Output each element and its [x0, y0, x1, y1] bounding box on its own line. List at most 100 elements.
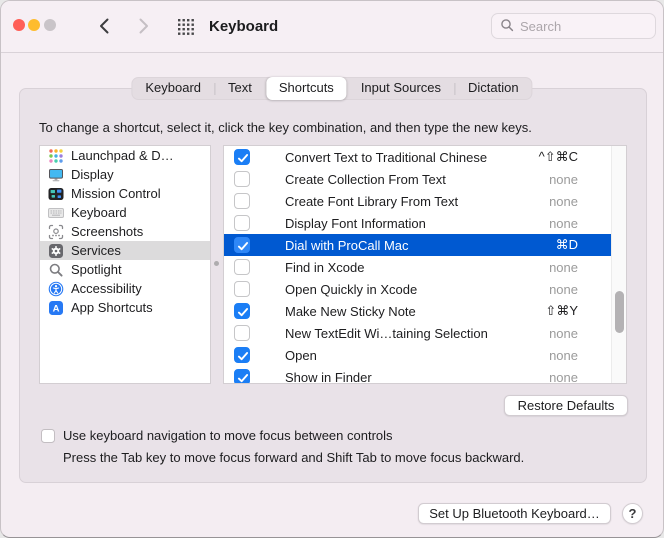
chevron-left-icon: [98, 23, 110, 38]
chevron-right-icon: [138, 23, 150, 38]
title-bar: Keyboard Search: [1, 1, 663, 53]
mission-control-icon: [48, 186, 64, 202]
checkbox-checked[interactable]: [234, 149, 250, 165]
search-field[interactable]: Search: [491, 13, 656, 39]
sidebar-item-app-shortcuts[interactable]: A App Shortcuts: [40, 298, 210, 317]
spotlight-icon: [48, 262, 64, 278]
shortcut-row[interactable]: Open none: [224, 344, 611, 366]
splitter-dot: [214, 261, 219, 266]
checkbox-checked[interactable]: [234, 237, 250, 253]
shortcut-key: none: [549, 260, 611, 275]
app-shortcuts-icon: A: [48, 300, 64, 316]
restore-defaults-button[interactable]: Restore Defaults: [504, 395, 628, 416]
shortcut-key: none: [549, 282, 611, 297]
keyboard-icon: [48, 205, 64, 221]
sidebar-item-keyboard[interactable]: Keyboard: [40, 203, 210, 222]
shortcut-row[interactable]: Show in Finder none: [224, 366, 611, 384]
sidebar-item-accessibility[interactable]: Accessibility: [40, 279, 210, 298]
forward-button[interactable]: [137, 17, 151, 37]
screenshots-icon: [48, 224, 64, 240]
shortcut-categories-list: Launchpad & D… Display Mission Control Keyb…: [39, 145, 211, 384]
tab-input-sources[interactable]: Input Sources: [348, 77, 454, 100]
shortcut-key: ⇧⌘Y: [545, 303, 611, 319]
shortcut-label: Show in Finder: [285, 370, 372, 385]
search-icon: [500, 18, 514, 35]
system-preferences-keyboard-window: Keyboard Search KeyboardTextShortcutsInp…: [0, 0, 664, 538]
shortcut-label: Convert Text to Traditional Chinese: [285, 150, 487, 165]
checkbox-unchecked[interactable]: [234, 193, 250, 209]
window-title: Keyboard: [209, 1, 278, 53]
shortcut-row[interactable]: New TextEdit Wi…taining Selection none: [224, 322, 611, 344]
sidebar-item-label: Accessibility: [71, 281, 142, 296]
back-button[interactable]: [97, 17, 111, 37]
sidebar-item-screenshots[interactable]: Screenshots: [40, 222, 210, 241]
shortcut-row[interactable]: Dial with ProCall Mac ⌘D: [224, 234, 611, 256]
tab-keyboard[interactable]: Keyboard: [132, 77, 214, 100]
search-placeholder: Search: [520, 19, 561, 34]
shortcut-row[interactable]: Convert Text to Traditional Chinese ^⇧⌘C: [224, 146, 611, 168]
shortcut-key: none: [549, 216, 611, 231]
shortcut-label: Display Font Information: [285, 216, 426, 231]
tab-dictation[interactable]: Dictation: [455, 77, 532, 100]
help-button[interactable]: ?: [622, 503, 643, 524]
shortcut-key: none: [549, 194, 611, 209]
sidebar-item-launchpad-d[interactable]: Launchpad & D…: [40, 146, 210, 165]
sidebar-item-label: Display: [71, 167, 114, 182]
sidebar-item-display[interactable]: Display: [40, 165, 210, 184]
vertical-scrollbar[interactable]: [611, 146, 626, 383]
sidebar-item-label: Screenshots: [71, 224, 143, 239]
keyboard-navigation-option: Use keyboard navigation to move focus be…: [41, 428, 393, 443]
checkbox-unchecked[interactable]: [234, 281, 250, 297]
close-button[interactable]: [13, 19, 25, 31]
svg-text:A: A: [53, 303, 60, 314]
sidebar-item-mission-control[interactable]: Mission Control: [40, 184, 210, 203]
shortcut-row[interactable]: Open Quickly in Xcode none: [224, 278, 611, 300]
sidebar-item-label: Mission Control: [71, 186, 161, 201]
shortcut-label: Create Font Library From Text: [285, 194, 458, 209]
tab-bar: KeyboardTextShortcutsInput SourcesDictat…: [131, 77, 532, 100]
shortcut-label: Dial with ProCall Mac: [285, 238, 409, 253]
scrollbar-thumb[interactable]: [615, 291, 624, 333]
shortcut-label: New TextEdit Wi…taining Selection: [285, 326, 488, 341]
show-all-grid-icon[interactable]: [176, 18, 196, 36]
shortcut-row[interactable]: Create Collection From Text none: [224, 168, 611, 190]
tab-text[interactable]: Text: [215, 77, 265, 100]
launchpad-icon: [48, 148, 64, 164]
minimize-button[interactable]: [28, 19, 40, 31]
checkbox-unchecked[interactable]: [234, 259, 250, 275]
shortcut-key: none: [549, 172, 611, 187]
set-up-bluetooth-keyboard-button[interactable]: Set Up Bluetooth Keyboard…: [418, 503, 611, 524]
shortcut-key: ^⇧⌘C: [539, 149, 611, 165]
tab-shortcuts[interactable]: Shortcuts: [266, 77, 347, 100]
accessibility-icon: [48, 281, 64, 297]
shortcut-row[interactable]: Display Font Information none: [224, 212, 611, 234]
shortcut-key: none: [549, 348, 611, 363]
shortcut-label: Create Collection From Text: [285, 172, 446, 187]
shortcut-row[interactable]: Find in Xcodenone: [224, 256, 611, 278]
sidebar-item-services[interactable]: Services: [40, 241, 210, 260]
keyboard-navigation-checkbox[interactable]: [41, 429, 55, 443]
sidebar-item-label: Launchpad & D…: [71, 148, 174, 163]
shortcut-key: ⌘D: [556, 237, 611, 253]
checkbox-unchecked[interactable]: [234, 325, 250, 341]
shortcut-label: Open Quickly in Xcode: [285, 282, 417, 297]
checkbox-checked[interactable]: [234, 303, 250, 319]
checkbox-unchecked[interactable]: [234, 215, 250, 231]
instruction-text: To change a shortcut, select it, click t…: [39, 120, 532, 135]
checkbox-unchecked[interactable]: [234, 171, 250, 187]
sidebar-item-label: App Shortcuts: [71, 300, 153, 315]
shortcut-row[interactable]: Create Font Library From Text none: [224, 190, 611, 212]
display-icon: [48, 167, 64, 183]
checkbox-checked[interactable]: [234, 369, 250, 384]
shortcuts-list: Convert Text to Traditional Chinese^⇧⌘CC…: [223, 145, 627, 384]
keyboard-navigation-hint: Press the Tab key to move focus forward …: [63, 450, 524, 465]
shortcut-row[interactable]: Make New Sticky Note ⇧⌘Y: [224, 300, 611, 322]
checkbox-checked[interactable]: [234, 347, 250, 363]
shortcut-key: none: [549, 370, 611, 385]
shortcut-label: Make New Sticky Note: [285, 304, 416, 319]
shortcut-label: Open: [285, 348, 317, 363]
sidebar-item-spotlight[interactable]: Spotlight: [40, 260, 210, 279]
zoom-button[interactable]: [44, 19, 56, 31]
sidebar-item-label: Services: [71, 243, 121, 258]
shortcut-key: none: [549, 326, 611, 341]
